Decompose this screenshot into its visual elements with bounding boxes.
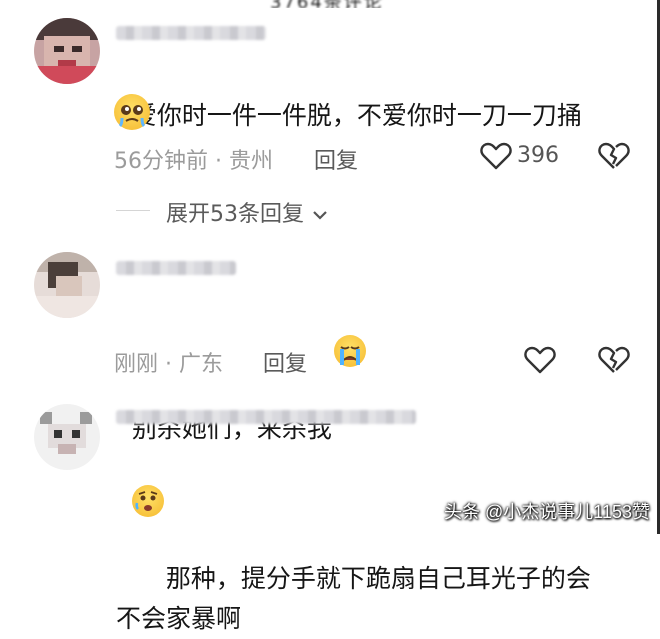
comment-meta: 刚刚 · 广东 xyxy=(114,352,224,377)
avatar[interactable] xyxy=(34,252,100,318)
worried-face-icon xyxy=(131,485,164,517)
avatar[interactable] xyxy=(34,404,100,470)
pleading-face-emoji xyxy=(114,94,150,130)
dislike-broken-heart-icon[interactable] xyxy=(598,142,630,174)
comment-time: 刚刚 xyxy=(114,352,159,377)
watermark: 头条 @小杰说事儿1153赞 xyxy=(444,502,650,522)
avatar[interactable] xyxy=(34,18,100,84)
comment-location: 贵州 xyxy=(228,149,273,174)
reply-button[interactable]: 回复 xyxy=(263,346,307,378)
comment-text: 那种，提分手就下跪扇自己耳光子的会 不会家暴啊 xyxy=(116,445,591,639)
heart-icon[interactable] xyxy=(524,346,556,378)
comment-count-title: 3764条评论 xyxy=(270,0,384,8)
dislike-broken-heart-icon[interactable] xyxy=(598,346,630,378)
crying-face-icon xyxy=(333,335,366,367)
reply-button[interactable]: 回复 xyxy=(314,143,358,175)
comment-location: 广东 xyxy=(179,352,224,377)
like-count: 396 xyxy=(517,143,559,168)
comment-time: 56分钟前 xyxy=(114,149,208,174)
expand-divider xyxy=(116,210,150,211)
comment-meta: 56分钟前 · 贵州 xyxy=(114,149,273,174)
chevron-down-icon xyxy=(313,211,327,220)
expand-replies-label[interactable]: 展开53条回复 xyxy=(166,196,329,228)
heart-icon[interactable] xyxy=(480,142,512,174)
username-blurred[interactable] xyxy=(116,261,236,275)
username-blurred[interactable] xyxy=(116,410,416,424)
top-bar: 3764条评论 xyxy=(0,0,660,8)
username-blurred[interactable] xyxy=(116,26,266,40)
comment-text: 爱你时一件一件脱，不爱你时一刀一刀捅 xyxy=(131,101,582,130)
pleading-face-icon xyxy=(114,94,150,130)
